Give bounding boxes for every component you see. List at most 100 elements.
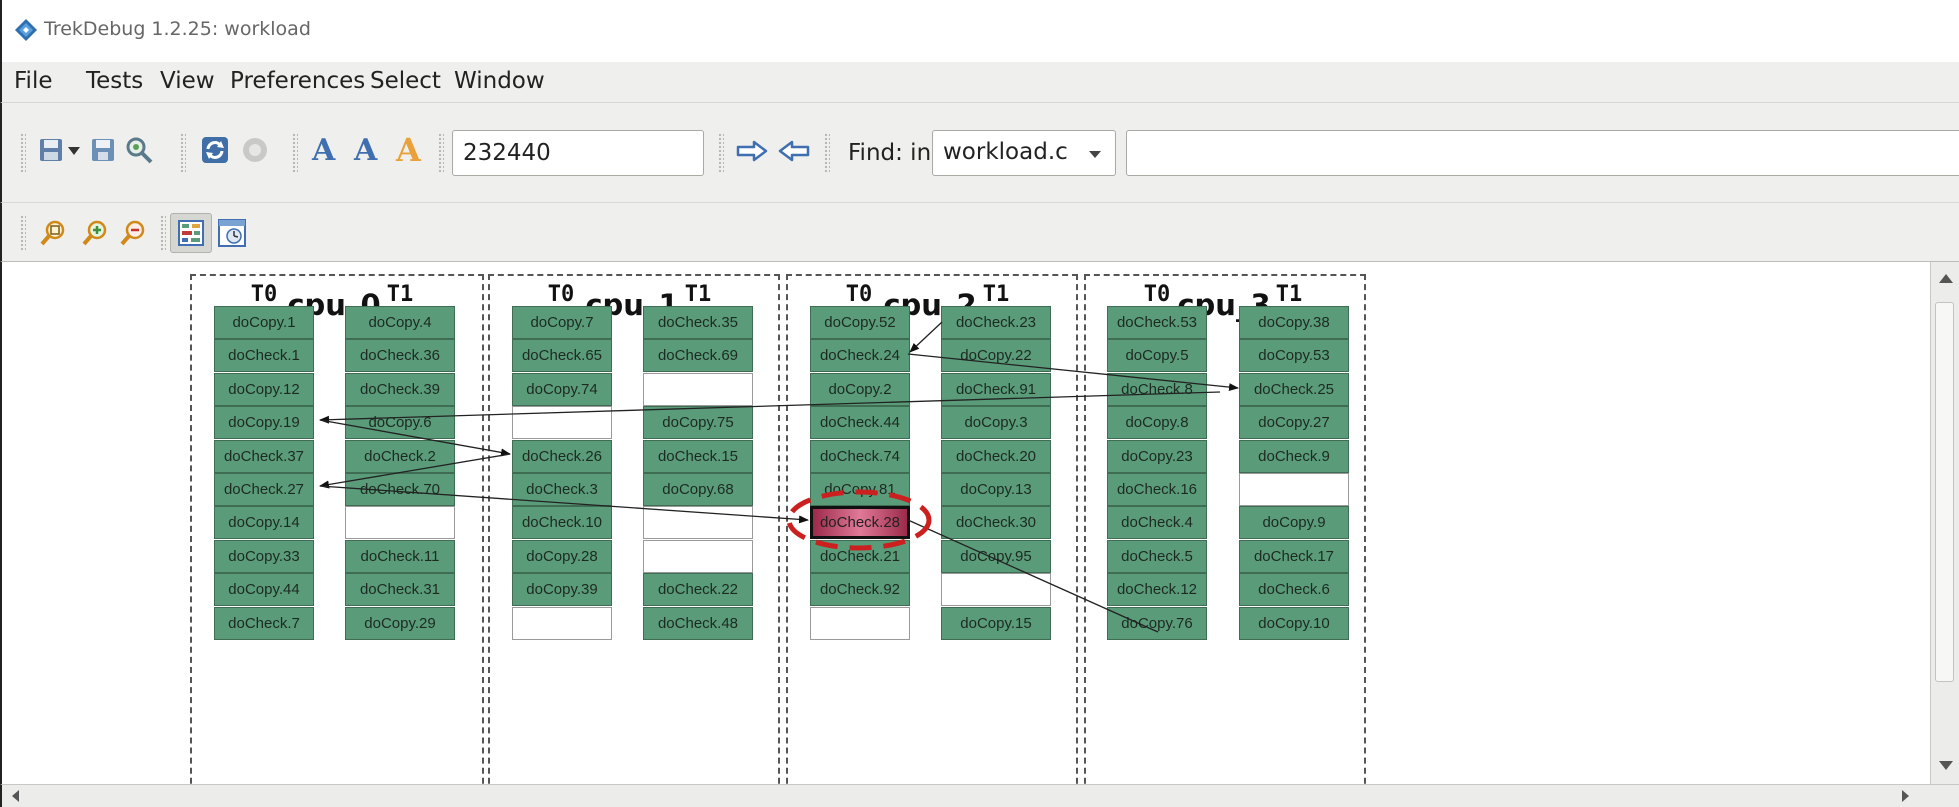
save-icon[interactable] [38, 137, 64, 163]
task-cell[interactable]: doCheck.65 [512, 339, 612, 373]
horizontal-scrollbar[interactable] [0, 784, 1959, 807]
task-cell[interactable]: doCopy.9 [1239, 506, 1349, 540]
toolbar-grip[interactable] [438, 133, 444, 173]
menu-select[interactable]: Select [370, 68, 441, 94]
task-cell[interactable]: doCopy.95 [941, 539, 1051, 573]
toolbar-grip[interactable] [160, 215, 166, 251]
toolbar-grip[interactable] [824, 133, 830, 173]
selected-task-cell[interactable]: doCheck.28 [810, 506, 910, 540]
task-cell[interactable]: doCheck.70 [345, 473, 455, 506]
task-cell[interactable]: doCheck.8 [1107, 372, 1207, 406]
task-cell[interactable]: doCopy.81 [810, 473, 910, 506]
vertical-scrollbar[interactable] [1930, 262, 1959, 784]
task-cell[interactable]: doCopy.22 [941, 339, 1051, 373]
task-cell[interactable]: doCopy.38 [1239, 306, 1349, 339]
empty-slot[interactable] [643, 539, 753, 573]
task-cell[interactable]: doCopy.6 [345, 406, 455, 440]
empty-slot[interactable] [941, 573, 1051, 607]
zoom-fit-icon[interactable] [40, 219, 68, 247]
toolbar-grip[interactable] [20, 133, 26, 173]
schedule-canvas[interactable]: cpu_0 cpu_1 cpu_2 cpu_3 T0 T1 T0 T1 T0 T… [0, 262, 1930, 784]
task-cell[interactable]: doCheck.12 [1107, 573, 1207, 607]
task-cell[interactable]: doCopy.52 [810, 306, 910, 339]
task-cell[interactable]: doCopy.1 [214, 306, 314, 339]
task-cell[interactable]: doCheck.36 [345, 339, 455, 373]
toolbar-grip[interactable] [718, 133, 724, 173]
task-cell[interactable]: doCheck.25 [1239, 372, 1349, 406]
font-increase-button[interactable]: A [312, 133, 335, 168]
arrow-left-icon[interactable] [778, 140, 810, 162]
task-cell[interactable]: doCheck.48 [643, 606, 753, 640]
task-cell[interactable]: doCheck.35 [643, 306, 753, 339]
task-cell[interactable]: doCheck.16 [1107, 473, 1207, 506]
menu-file[interactable]: File [14, 68, 53, 94]
refresh-icon[interactable] [200, 135, 230, 165]
empty-slot[interactable] [512, 406, 612, 440]
task-cell[interactable]: doCopy.3 [941, 406, 1051, 440]
task-cell[interactable]: doCheck.4 [1107, 506, 1207, 540]
chevron-down-icon[interactable] [68, 147, 80, 155]
save-as-icon[interactable] [90, 137, 116, 163]
task-cell[interactable]: doCheck.7 [214, 606, 314, 640]
task-cell[interactable]: doCopy.75 [643, 406, 753, 440]
task-cell[interactable]: doCheck.23 [941, 306, 1051, 339]
task-cell[interactable]: doCheck.21 [810, 539, 910, 573]
task-cell[interactable]: doCopy.15 [941, 606, 1051, 640]
schedule-view-button[interactable] [170, 213, 212, 253]
task-cell[interactable]: doCopy.28 [512, 539, 612, 573]
task-cell[interactable]: doCheck.11 [345, 539, 455, 573]
empty-slot[interactable] [345, 506, 455, 540]
scroll-right-icon[interactable] [1902, 790, 1909, 802]
task-cell[interactable]: doCheck.15 [643, 439, 753, 473]
task-cell[interactable]: doCopy.14 [214, 506, 314, 540]
task-cell[interactable]: doCheck.6 [1239, 573, 1349, 607]
task-cell[interactable]: doCopy.33 [214, 539, 314, 573]
scroll-left-icon[interactable] [12, 790, 19, 802]
task-cell[interactable]: doCheck.3 [512, 473, 612, 506]
task-cell[interactable]: doCheck.39 [345, 372, 455, 406]
inspect-icon[interactable] [124, 135, 154, 165]
task-cell[interactable]: doCheck.5 [1107, 539, 1207, 573]
menu-view[interactable]: View [160, 68, 215, 94]
toolbar-grip[interactable] [292, 133, 298, 173]
menu-preferences[interactable]: Preferences [230, 68, 365, 94]
empty-slot[interactable] [1239, 473, 1349, 506]
timeline-view-icon[interactable] [218, 219, 246, 247]
scroll-thumb[interactable] [1935, 302, 1954, 682]
task-cell[interactable]: doCopy.68 [643, 473, 753, 506]
empty-slot[interactable] [643, 372, 753, 406]
task-cell[interactable]: doCopy.27 [1239, 406, 1349, 440]
task-cell[interactable]: doCopy.74 [512, 372, 612, 406]
task-cell[interactable]: doCopy.44 [214, 573, 314, 607]
task-cell[interactable]: doCopy.19 [214, 406, 314, 440]
zoom-in-icon[interactable] [82, 219, 110, 247]
toolbar-grip[interactable] [180, 133, 186, 173]
arrow-right-icon[interactable] [736, 140, 768, 162]
zoom-out-icon[interactable] [120, 219, 148, 247]
empty-slot[interactable] [810, 606, 910, 640]
task-cell[interactable]: doCopy.7 [512, 306, 612, 339]
task-cell[interactable]: doCopy.13 [941, 473, 1051, 506]
menu-tests[interactable]: Tests [86, 68, 143, 94]
menu-window[interactable]: Window [454, 68, 545, 94]
task-cell[interactable]: doCheck.22 [643, 573, 753, 607]
font-decrease-button[interactable]: A [354, 133, 377, 168]
task-cell[interactable]: doCheck.53 [1107, 306, 1207, 339]
stop-icon[interactable] [242, 137, 268, 163]
find-scope-select[interactable]: workload.c [932, 130, 1116, 176]
task-cell[interactable]: doCopy.76 [1107, 606, 1207, 640]
task-cell[interactable]: doCheck.30 [941, 506, 1051, 540]
task-cell[interactable]: doCopy.10 [1239, 606, 1349, 640]
task-cell[interactable]: doCheck.69 [643, 339, 753, 373]
task-cell[interactable]: doCopy.5 [1107, 339, 1207, 373]
task-cell[interactable]: doCheck.10 [512, 506, 612, 540]
empty-slot[interactable] [643, 506, 753, 540]
task-cell[interactable]: doCheck.91 [941, 372, 1051, 406]
task-cell[interactable]: doCopy.4 [345, 306, 455, 339]
task-cell[interactable]: doCheck.24 [810, 339, 910, 373]
task-cell[interactable]: doCheck.2 [345, 439, 455, 473]
task-cell[interactable]: doCopy.29 [345, 606, 455, 640]
task-cell[interactable]: doCheck.37 [214, 439, 314, 473]
task-cell[interactable]: doCheck.20 [941, 439, 1051, 473]
position-input[interactable]: 232440 [452, 130, 704, 176]
